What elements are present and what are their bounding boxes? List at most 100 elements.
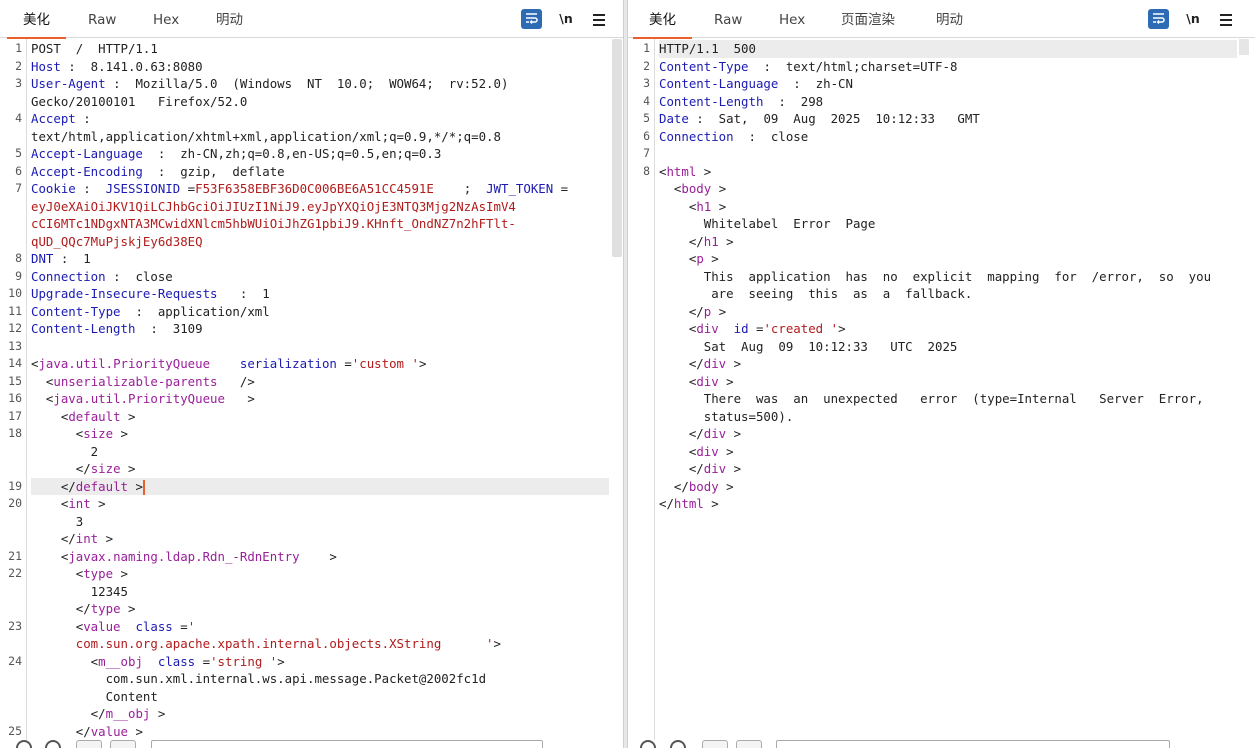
code-token: div [696, 443, 719, 459]
word-wrap-icon[interactable] [521, 9, 542, 29]
tab-hex[interactable]: Hex [779, 0, 805, 38]
code-token: id [733, 321, 749, 336]
tab-raw[interactable]: Raw [714, 0, 742, 38]
code-token: > [718, 478, 734, 494]
newline-toggle-icon[interactable]: \n [556, 9, 576, 29]
code-token: ; [433, 181, 487, 196]
word-wrap-icon[interactable] [1148, 9, 1169, 29]
tab-inspector[interactable]: 明动 [936, 0, 963, 38]
response-scrollbar[interactable] [1239, 39, 1249, 55]
code-line: </body > [659, 478, 1237, 496]
line-number: 8 [15, 251, 22, 265]
newline-toggle-icon[interactable]: \n [1183, 9, 1203, 29]
code-line: Cookie : JSESSIONID =F53F6358EBF36D0C006… [31, 180, 609, 198]
search-input[interactable] [776, 740, 1170, 748]
code-token: Accept-Encoding [31, 163, 143, 179]
next-match-button[interactable] [110, 740, 136, 748]
code-line: Content [31, 688, 609, 706]
response-tab-bar: 美化 Raw Hex 页面渲染 明动 \n [628, 0, 1255, 39]
code-token: > [696, 163, 712, 179]
code-line: Connection : close [659, 128, 1237, 146]
next-match-button[interactable] [736, 740, 762, 748]
hamburger-menu-icon[interactable] [590, 9, 608, 29]
code-token: int [68, 496, 91, 511]
settings-icon[interactable] [670, 740, 686, 748]
code-line: eyJ0eXAiOiJKV1QiLCJhbGciOiJIUzI1NiJ9.eyJ… [31, 198, 609, 216]
code-token: 2 [31, 443, 99, 459]
code-token: < [31, 391, 54, 406]
code-token: java.util.PriorityQueue [38, 356, 211, 371]
line-number: 3 [15, 76, 22, 90]
code-token: Content-Language [659, 76, 779, 91]
code-token: div [696, 321, 719, 336]
code-token: </ [31, 723, 91, 739]
tab-raw[interactable]: Raw [88, 0, 116, 38]
code-token: < [31, 408, 69, 424]
code-line: </div > [659, 460, 1237, 478]
code-token: Host [31, 58, 61, 74]
help-icon[interactable] [640, 740, 656, 748]
code-line: com.sun.org.apache.xpath.internal.object… [31, 635, 609, 653]
request-scrollbar[interactable] [612, 39, 622, 257]
code-line: </p > [659, 303, 1237, 321]
line-number: 11 [8, 303, 22, 318]
code-line: Whitelabel Error Page [659, 215, 1237, 233]
code-token: > [418, 356, 427, 371]
code-token: cCI6MTc1NDgxNTA3MCwidXNlcm5hbWUiOiJhZG1p… [31, 216, 516, 231]
search-input[interactable] [151, 740, 543, 748]
code-token: < [659, 198, 697, 214]
prev-match-button[interactable] [76, 740, 102, 748]
code-token: p [696, 251, 704, 266]
request-editor[interactable]: 1 POST / HTTP/1.1 2 Host : 8.141.0.63:8080 3… [0, 39, 609, 740]
line-number: 10 [8, 286, 22, 300]
code-token: : [75, 181, 106, 196]
code-token: Accept [31, 111, 76, 126]
code-token: : close [733, 128, 809, 144]
tab-pretty[interactable]: 美化 [633, 0, 692, 39]
code-token: body [681, 181, 712, 196]
code-token: div [703, 461, 727, 476]
code-token: : close [105, 268, 173, 284]
prev-match-button[interactable] [702, 740, 728, 748]
code-line: <unserializable-parents /> [31, 373, 609, 391]
code-token: </ [659, 356, 704, 371]
code-token: : Mozilla/5.0 (Windows NT 10.0; WOW64; r… [105, 76, 509, 91]
tab-render[interactable]: 页面渲染 [841, 0, 895, 38]
hamburger-menu-icon[interactable] [1217, 9, 1235, 29]
code-token: div [703, 356, 727, 371]
line-number: 6 [15, 163, 22, 178]
tab-pretty[interactable]: 美化 [7, 0, 66, 39]
code-token: Gecko/20100101 Firefox/52.0 [31, 93, 248, 109]
code-token: </ [659, 426, 704, 441]
code-token: </ [31, 531, 76, 546]
code-token: > [90, 496, 106, 511]
code-token: status=500). [659, 408, 794, 424]
code-token: POST / HTTP/1.1 [31, 41, 158, 56]
code-line: status=500). [659, 408, 1237, 426]
code-token: eyJ0eXAiOiJKV1QiLCJhbGciOiJIUzI1NiJ9.eyJ… [31, 198, 516, 214]
code-token: 'custom ' [351, 356, 419, 371]
settings-icon[interactable] [45, 740, 61, 748]
code-line: Date : Sat, 09 Aug 2025 10:12:33 GMT [659, 110, 1237, 128]
line-number: 9 [15, 268, 22, 283]
code-token: serialization [239, 356, 337, 371]
code-token: </ [659, 496, 674, 511]
code-token: > [113, 566, 128, 581]
code-line: <value class =' [31, 618, 609, 636]
code-token: Whitelabel Error Page [659, 216, 876, 231]
code-line: <type > [31, 565, 609, 583]
code-token: = [195, 653, 211, 669]
code-token: body [688, 478, 719, 494]
code-token: > [277, 653, 285, 669]
code-token: > [98, 531, 114, 546]
code-line: <body > [659, 180, 1237, 198]
code-token: Connection [31, 268, 106, 284]
tab-inspector[interactable]: 明动 [216, 0, 243, 38]
code-line: </size > [31, 460, 609, 478]
code-line: Gecko/20100101 Firefox/52.0 [31, 93, 609, 111]
code-token: : 3109 [135, 321, 203, 336]
response-editor[interactable]: 1 HTTP/1.1 500 2 Content-Type : text/html;c… [628, 39, 1237, 740]
tab-hex[interactable]: Hex [153, 0, 179, 38]
help-icon[interactable] [16, 740, 32, 748]
